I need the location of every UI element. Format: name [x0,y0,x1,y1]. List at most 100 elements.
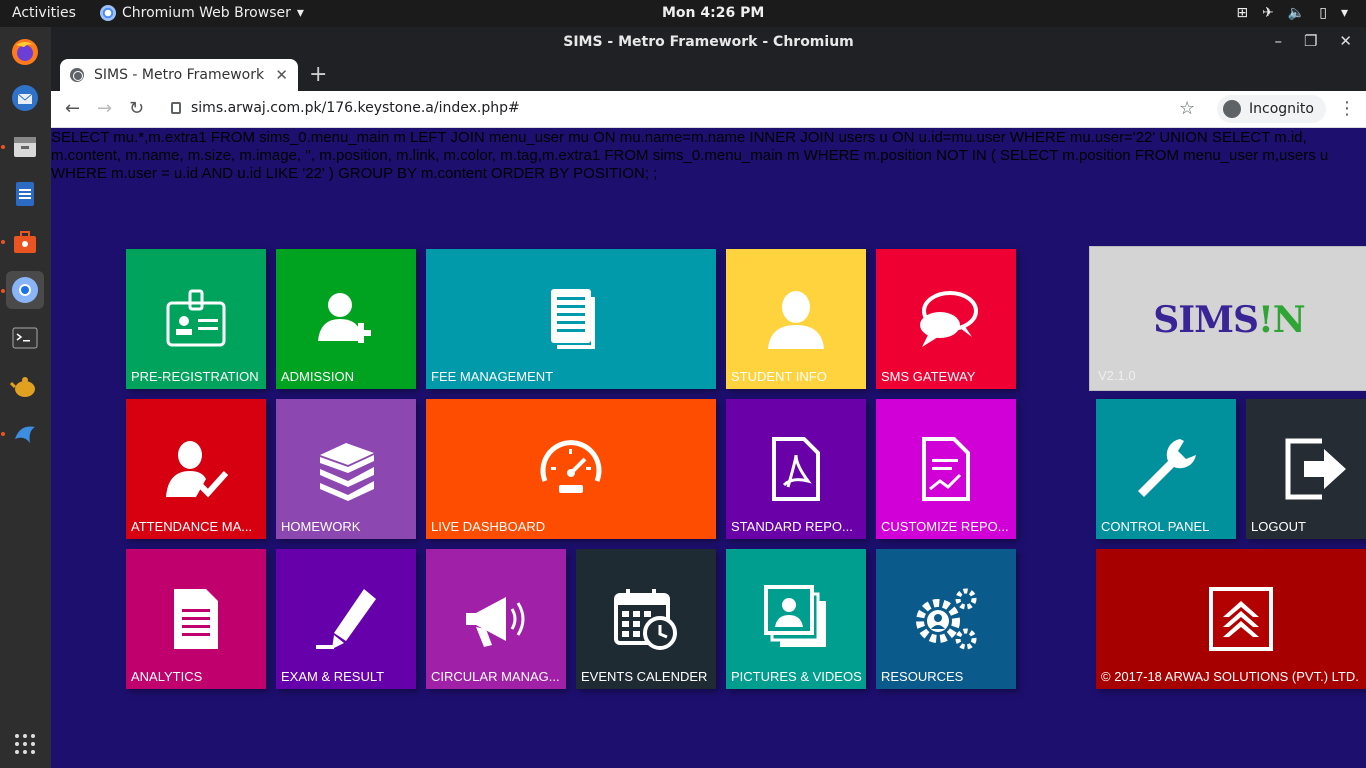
megaphone-icon [466,597,525,647]
id-card-icon [166,289,226,347]
logout-icon [1285,438,1346,500]
tile-pre-registration[interactable]: PRE-REGISTRATION [126,249,266,389]
tile-label: EVENTS CALENDER [581,669,708,684]
airplane-icon: ✈ [1262,5,1274,21]
dock-dolphin[interactable] [6,415,44,453]
tile-label: CUSTOMIZE REPO... [881,519,1009,534]
tile-exam-result[interactable]: EXAM & RESULT [276,549,416,689]
chat-bubbles-icon [920,291,978,347]
tile-label: SMS GATEWAY [881,369,976,384]
reload-icon[interactable]: ↻ [129,98,144,119]
app-menu-label: Chromium Web Browser [122,5,291,21]
version-label: V2.1.0 [1098,368,1136,383]
tile-label: RESOURCES [881,669,964,684]
copyright-text: © 2017-18 ARWAJ SOLUTIONS (PVT.) LTD. [1101,669,1359,684]
tile-label: EXAM & RESULT [281,669,385,684]
tile-logout[interactable]: LOGOUT [1246,399,1366,539]
tile-label: LOGOUT [1251,519,1306,534]
dock-software[interactable] [6,223,44,261]
brand-panel: SIMS!N V2.1.0 [1089,246,1366,391]
menu-kebab-icon[interactable]: ⋮ [1338,98,1356,119]
new-tab-button[interactable]: + [309,62,327,87]
tile-attendance[interactable]: ATTENDANCE MA... [126,399,266,539]
dock-teapot[interactable] [6,367,44,405]
tile-pictures-videos[interactable]: PICTURES & VIDEOS [726,549,866,689]
tile-standard-reports[interactable]: STANDARD REPO... [726,399,866,539]
tile-label: HOMEWORK [281,519,361,534]
app-menu[interactable]: Chromium Web Browser ▾ [100,5,304,21]
tile-label: FEE MANAGEMENT [431,369,554,384]
arwaj-logo-icon [1209,587,1273,651]
tile-label: CONTROL PANEL [1101,519,1210,534]
tile-label: ANALYTICS [131,669,203,684]
tab-sims[interactable]: SIMS - Metro Framework ✕ [60,59,298,91]
chevron-down-icon: ▾ [1340,5,1348,21]
gears-icon [916,588,977,650]
files-icon [14,137,36,157]
tile-resources[interactable]: RESOURCES [876,549,1016,689]
dolphin-icon [15,426,35,443]
url-text: sims.arwaj.com.pk/176.keystone.a/index.p… [191,100,520,116]
tile-events-calendar[interactable]: EVENTS CALENDER [576,549,716,689]
network-icon: ⊞ [1236,5,1249,21]
minimize-icon[interactable]: – [1274,32,1282,50]
sql-error-text: SELECT mu.*,m.extra1 FROM sims_0.menu_ma… [51,129,1329,182]
chromium-icon [100,5,116,21]
gnome-top-bar: Activities Chromium Web Browser ▾ Mon 4:… [0,0,1366,27]
tile-student-info[interactable]: STUDENT INFO [726,249,866,389]
dock-firefox[interactable] [6,33,44,71]
browser-toolbar: ← → ↻ sims.arwaj.com.pk/176.keystone.a/i… [51,91,1366,128]
volume-icon: 🔈 [1287,5,1306,21]
wrench-icon [1138,439,1196,497]
address-bar[interactable]: sims.arwaj.com.pk/176.keystone.a/index.p… [171,100,520,116]
page-content: SELECT mu.*,m.extra1 FROM sims_0.menu_ma… [51,129,1366,768]
dock-writer[interactable] [6,175,44,213]
battery-icon: ▯ [1319,5,1327,21]
system-tray[interactable]: ⊞ ✈ 🔈 ▯ ▾ [1236,5,1348,21]
chromium-icon [12,277,38,303]
speedometer-icon [540,440,602,493]
tile-label: STANDARD REPO... [731,519,853,534]
tile-label: ATTENDANCE MA... [131,519,253,534]
tile-label: STUDENT INFO [731,369,827,384]
firefox-icon [12,39,38,65]
show-apps-button[interactable] [6,725,44,763]
tile-control-panel[interactable]: CONTROL PANEL [1096,399,1236,539]
pictures-icon [764,585,826,647]
tile-fee-management[interactable]: FEE MANAGEMENT [426,249,716,389]
dock-thunderbird[interactable] [6,79,44,117]
chevron-down-icon: ▾ [296,5,304,21]
clock[interactable]: Mon 4:26 PM [662,5,764,21]
close-icon[interactable]: ✕ [1339,32,1352,50]
incognito-icon [1223,100,1241,118]
tile-customize-reports[interactable]: CUSTOMIZE REPO... [876,399,1016,539]
document-icon [16,182,34,206]
dock-files[interactable] [6,127,44,165]
lock-icon [171,102,181,114]
books-icon [320,443,374,501]
user-check-icon [166,441,229,498]
dock [0,27,51,768]
tile-live-dashboard[interactable]: LIVE DASHBOARD [426,399,716,539]
thunderbird-icon [12,85,38,111]
tile-circular[interactable]: CIRCULAR MANAG... [426,549,566,689]
tile-admission[interactable]: ADMISSION [276,249,416,389]
activities-button[interactable]: Activities [12,5,76,21]
back-arrow-icon[interactable]: ← [65,98,80,119]
tile-analytics[interactable]: ANALYTICS [126,549,266,689]
tile-homework[interactable]: HOMEWORK [276,399,416,539]
incognito-badge[interactable]: Incognito [1217,95,1326,123]
add-user-icon [318,293,371,343]
dock-terminal[interactable] [6,319,44,357]
grid-icon [15,734,35,754]
forward-arrow-icon[interactable]: → [97,98,112,119]
maximize-icon[interactable]: ❐ [1304,32,1317,50]
bookmark-star-icon[interactable]: ☆ [1179,98,1195,119]
document-lines-icon [174,589,218,649]
copyright-panel: © 2017-18 ARWAJ SOLUTIONS (PVT.) LTD. [1096,549,1366,689]
tab-close-icon[interactable]: ✕ [275,66,288,84]
window-controls: – ❐ ✕ [1274,32,1352,50]
tab-strip: SIMS - Metro Framework ✕ + [51,57,1366,91]
tile-sms-gateway[interactable]: SMS GATEWAY [876,249,1016,389]
dock-chromium[interactable] [6,271,44,309]
